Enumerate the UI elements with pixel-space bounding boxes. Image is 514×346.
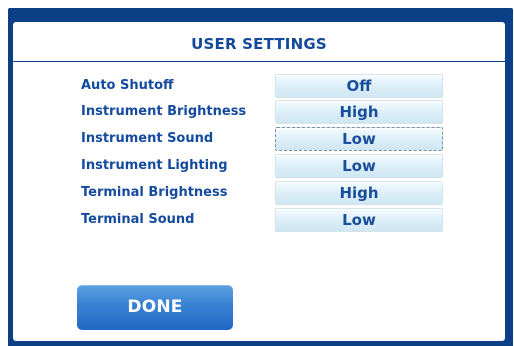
setting-label-instrument-sound: Instrument Sound xyxy=(81,131,214,146)
setting-row-instrument-brightness: Instrument Brightness High xyxy=(13,100,505,124)
setting-label-terminal-sound: Terminal Sound xyxy=(81,212,195,227)
setting-label-auto-shutoff: Auto Shutoff xyxy=(81,78,174,93)
setting-label-terminal-brightness: Terminal Brightness xyxy=(81,185,228,200)
auto-shutoff-value-button[interactable]: Off xyxy=(275,74,443,98)
instrument-lighting-value-button[interactable]: Low xyxy=(275,154,443,178)
terminal-sound-value-button[interactable]: Low xyxy=(275,208,443,232)
setting-label-instrument-lighting: Instrument Lighting xyxy=(81,158,228,173)
settings-window-frame: USER SETTINGS Auto Shutoff Off Instrumen… xyxy=(8,8,513,346)
setting-row-instrument-sound: Instrument Sound Low xyxy=(13,127,505,151)
setting-row-auto-shutoff: Auto Shutoff Off xyxy=(13,74,505,98)
setting-row-instrument-lighting: Instrument Lighting Low xyxy=(13,154,505,178)
instrument-brightness-value-button[interactable]: High xyxy=(275,100,443,124)
settings-panel: USER SETTINGS Auto Shutoff Off Instrumen… xyxy=(13,22,505,341)
terminal-brightness-value-button[interactable]: High xyxy=(275,181,443,205)
setting-row-terminal-brightness: Terminal Brightness High xyxy=(13,181,505,205)
title-divider xyxy=(13,61,505,62)
page-title: USER SETTINGS xyxy=(191,35,327,53)
instrument-sound-value-button[interactable]: Low xyxy=(275,127,443,151)
setting-row-terminal-sound: Terminal Sound Low xyxy=(13,208,505,232)
setting-label-instrument-brightness: Instrument Brightness xyxy=(81,104,247,119)
done-button[interactable]: DONE xyxy=(77,285,233,330)
